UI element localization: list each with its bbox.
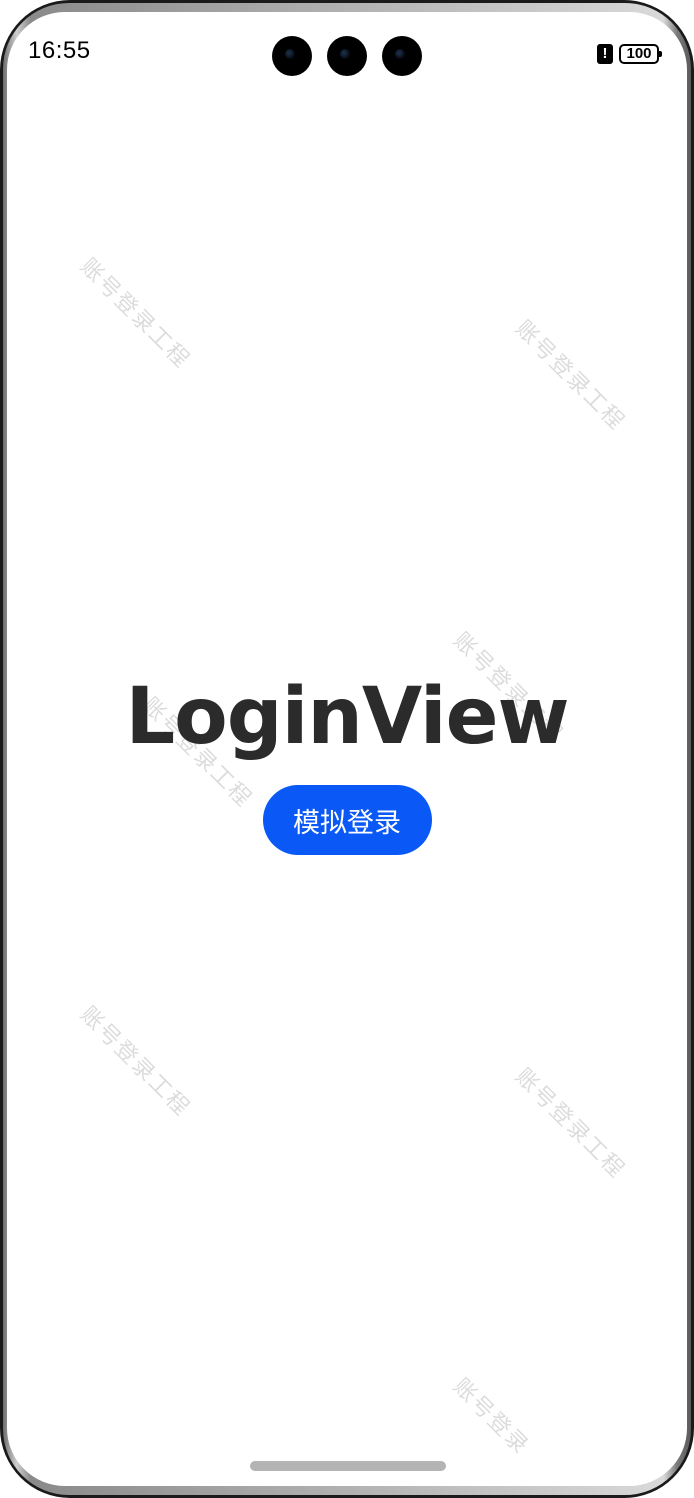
alert-icon: ! <box>597 44 613 64</box>
bottom-text-left: ti <box>0 1484 20 1498</box>
status-time: 16:55 <box>28 37 91 64</box>
mock-login-button[interactable]: 模拟登录 <box>262 785 432 855</box>
screen: 账号登录工程 账号登录工程 账号登录工程 账号登录工程 账号登录工程 账号登录工… <box>7 12 687 1486</box>
front-camera-icon <box>327 36 367 76</box>
watermark: 账号登录工程 <box>75 1002 195 1122</box>
bottom-overflow-text: ti 5c <box>0 1484 694 1498</box>
watermark: 账号登录工程 <box>75 254 195 374</box>
login-view: LoginView 模拟登录 <box>7 667 687 855</box>
watermark: 账号登录工程 <box>510 316 630 436</box>
battery-icon: 100 <box>619 44 662 64</box>
watermark: 账号登录 <box>448 1374 534 1460</box>
page-title: LoginView <box>125 672 569 762</box>
phone-frame: 账号登录工程 账号登录工程 账号登录工程 账号登录工程 账号登录工程 账号登录工… <box>0 0 694 1498</box>
status-icons: ! 100 <box>597 42 662 66</box>
bottom-text-right: 5c <box>674 1484 694 1498</box>
battery-level: 100 <box>626 45 652 62</box>
watermark: 账号登录工程 <box>510 1064 630 1184</box>
home-indicator[interactable] <box>250 1461 446 1471</box>
status-bar: 16:55 ! 100 <box>7 12 687 92</box>
front-camera-icon <box>272 36 312 76</box>
front-camera-icon <box>382 36 422 76</box>
camera-cutout <box>272 36 424 76</box>
